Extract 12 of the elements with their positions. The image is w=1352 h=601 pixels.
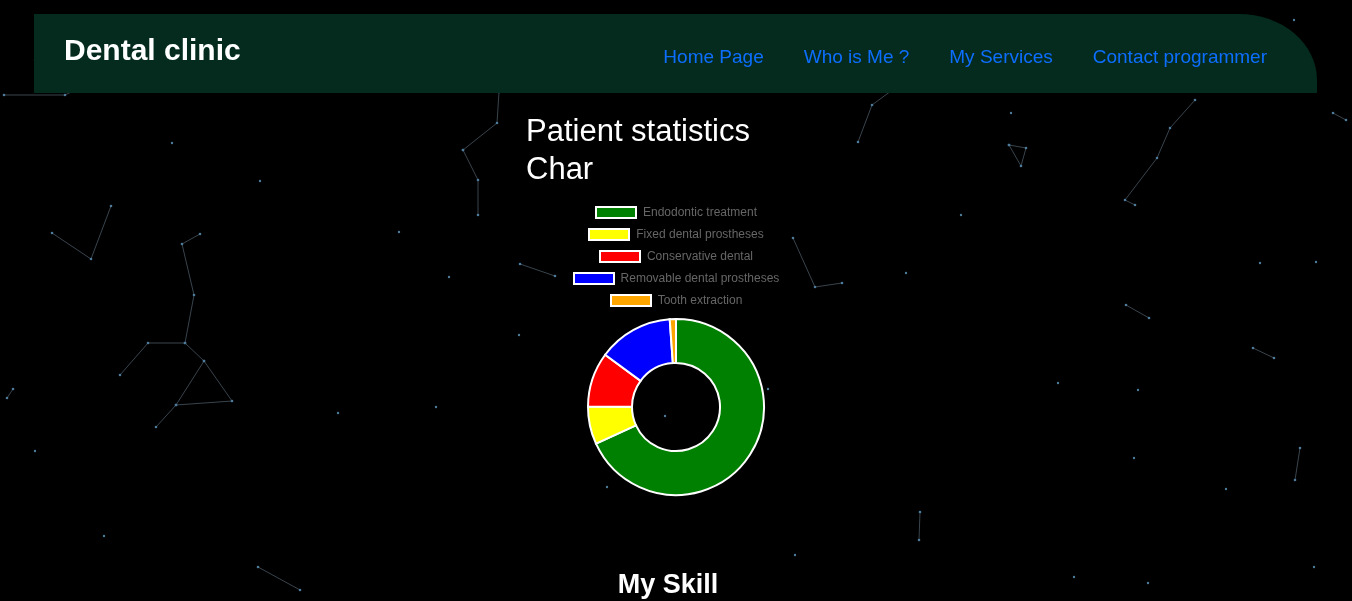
- legend-label: Conservative dental: [646, 249, 753, 263]
- nav-link[interactable]: Contact programmer: [1092, 44, 1267, 69]
- chart-title: Patient statistics Char: [526, 112, 751, 188]
- legend-label: Tooth extraction: [657, 293, 743, 307]
- site-title: Dental clinic: [64, 31, 241, 68]
- legend-label: Fixed dental prostheses: [636, 227, 764, 241]
- legend-label: Removable dental prostheses: [620, 271, 780, 285]
- nav-link[interactable]: Home Page: [663, 44, 764, 69]
- nav-link[interactable]: My Services: [949, 44, 1053, 69]
- legend-label: Endodontic treatment: [642, 205, 758, 219]
- nav-link[interactable]: Who is Me ?: [803, 44, 910, 69]
- section-heading: My Skill: [617, 569, 719, 600]
